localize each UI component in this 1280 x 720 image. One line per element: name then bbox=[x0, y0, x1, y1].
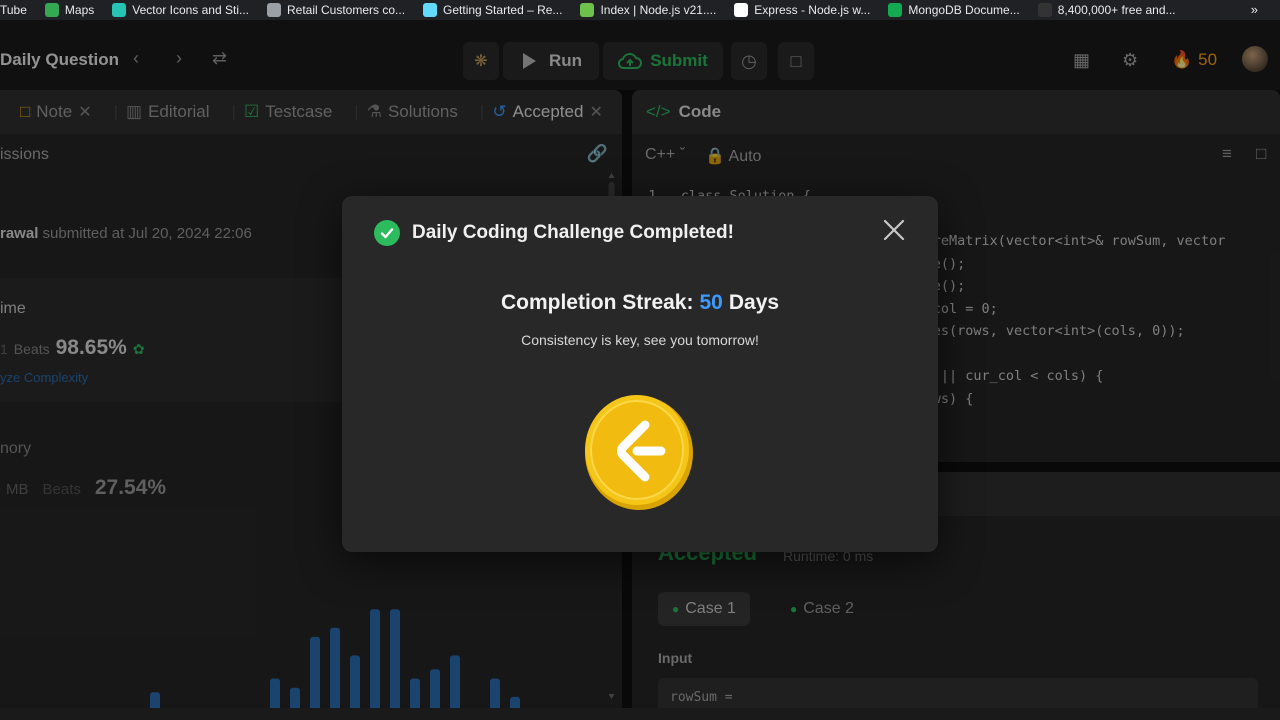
bookmarks-bar: Tube Maps Vector Icons and Sti... Retail Cu… bbox=[0, 0, 1280, 20]
bookmark-item[interactable]: MongoDB Docume... bbox=[888, 3, 1020, 17]
bookmark-item[interactable]: Maps bbox=[44, 3, 95, 17]
bookmark-label: Vector Icons and Sti... bbox=[132, 3, 249, 17]
dialog-message: Consistency is key, see you tomorrow! bbox=[521, 332, 759, 348]
bookmark-item[interactable]: Tube bbox=[0, 3, 27, 17]
freepik-icon bbox=[1037, 3, 1052, 17]
leetcode-coin-icon bbox=[585, 395, 693, 510]
streak-value: 50 bbox=[699, 291, 723, 314]
completion-dialog: Daily Coding Challenge Completed! Comple… bbox=[342, 196, 938, 552]
bookmark-label: MongoDB Docume... bbox=[908, 3, 1020, 17]
completion-streak: Completion Streak: 50 Days bbox=[342, 291, 938, 315]
streak-suffix: Days bbox=[728, 291, 780, 314]
nodejs-icon bbox=[580, 3, 595, 17]
bookmark-label: 8,400,000+ free and... bbox=[1057, 3, 1176, 17]
dialog-title: Daily Coding Challenge Completed! bbox=[374, 220, 734, 246]
bookmark-item[interactable]: Retail Customers co... bbox=[266, 3, 406, 17]
vector-icons-icon bbox=[112, 3, 127, 17]
close-icon[interactable] bbox=[882, 218, 906, 242]
globe-icon bbox=[266, 3, 281, 17]
bookmark-label: Express - Node.js w... bbox=[754, 3, 871, 17]
bookmarks-overflow-icon[interactable]: » bbox=[1251, 2, 1258, 17]
bookmark-label: Maps bbox=[64, 3, 95, 17]
mongodb-icon bbox=[888, 3, 903, 17]
bookmark-item[interactable]: Getting Started – Re... bbox=[423, 3, 562, 17]
express-icon bbox=[734, 3, 749, 17]
bookmark-label: Retail Customers co... bbox=[286, 3, 406, 17]
maps-icon bbox=[44, 3, 59, 17]
react-icon bbox=[423, 3, 438, 17]
bookmark-label: Tube bbox=[0, 3, 27, 17]
bookmark-item[interactable]: Vector Icons and Sti... bbox=[112, 3, 249, 17]
status-strip bbox=[0, 708, 1280, 720]
dialog-title-text: Daily Coding Challenge Completed! bbox=[412, 222, 734, 243]
bookmark-label: Index | Node.js v21.... bbox=[600, 3, 717, 17]
check-circle-icon bbox=[374, 220, 400, 246]
bookmark-label: Getting Started – Re... bbox=[443, 3, 563, 17]
bookmark-item[interactable]: Index | Node.js v21.... bbox=[580, 3, 716, 17]
bookmark-item[interactable]: 8,400,000+ free and... bbox=[1037, 3, 1176, 17]
bookmark-item[interactable]: Express - Node.js w... bbox=[734, 3, 870, 17]
screen: Tube Maps Vector Icons and Sti... Retail Cu… bbox=[0, 0, 1280, 720]
streak-prefix: Completion Streak: bbox=[500, 291, 694, 314]
